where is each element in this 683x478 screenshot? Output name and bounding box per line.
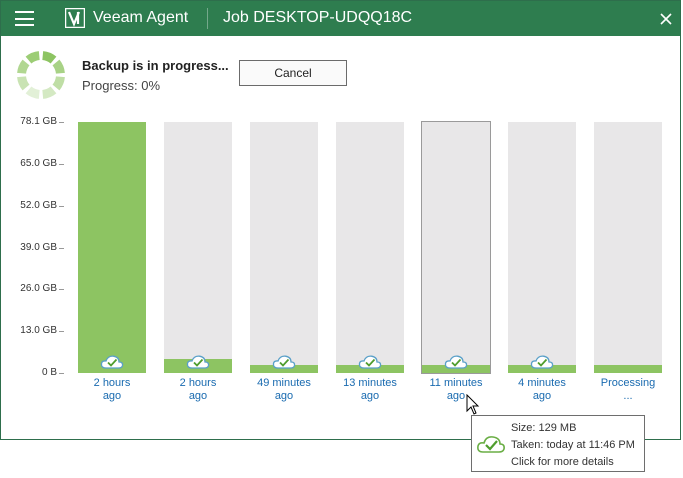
tooltip-taken: Taken: today at 11:46 PM xyxy=(511,439,635,451)
y-tick-label: 65.0 GB xyxy=(20,158,57,170)
bar-fill xyxy=(594,365,662,373)
veeam-agent-window: Veeam Agent Job DESKTOP-UDQQ18C Backup i… xyxy=(0,0,681,440)
spinner-segment xyxy=(17,76,30,91)
restore-point-bar[interactable] xyxy=(336,122,404,373)
spinner-segment xyxy=(52,76,65,91)
bar-time-label-line: 13 minutes xyxy=(343,377,397,389)
bar-time-label-line: 11 minutes xyxy=(429,377,483,389)
backup-sessions-chart: 78.1 GB 65.0 GB 52.0 GB 39.0 GB 26.0 GB 13.0 … xyxy=(1,113,682,413)
bar-time-label[interactable]: 4 minutes ago xyxy=(502,377,582,403)
title-bar: Veeam Agent Job DESKTOP-UDQQ18C xyxy=(1,1,680,36)
cancel-button[interactable]: Cancel xyxy=(239,60,347,86)
restore-point-bar[interactable] xyxy=(250,122,318,373)
y-tick-mark xyxy=(59,247,64,249)
y-tick-mark xyxy=(59,164,64,166)
job-title: Job DESKTOP-UDQQ18C xyxy=(223,9,413,26)
restore-point-bar[interactable] xyxy=(164,122,232,373)
y-tick-label: 0 B xyxy=(41,367,57,378)
bar-time-label-line: 2 hours xyxy=(179,377,217,389)
hamburger-menu-icon[interactable] xyxy=(15,11,34,26)
y-tick-mark xyxy=(59,289,64,291)
y-tick-mark xyxy=(59,331,64,333)
bar-time-label[interactable]: 49 minutes ago xyxy=(244,377,324,403)
progress-percent: Progress: 0% xyxy=(82,78,161,93)
cloud-check-icon xyxy=(100,355,124,369)
spinner-segment xyxy=(42,51,57,64)
tooltip-hint: Click for more details xyxy=(511,456,614,468)
brand-name: Veeam Agent xyxy=(93,9,189,26)
spinner-segment xyxy=(25,86,40,99)
restore-point-tooltip: Size: 129 MB Taken: today at 11:46 PM Cl… xyxy=(471,415,645,472)
tooltip-size: Size: 129 MB xyxy=(511,422,577,434)
cloud-check-icon xyxy=(358,355,382,369)
y-tick-mark xyxy=(59,373,64,374)
bar-time-label[interactable]: Processing... xyxy=(588,377,668,403)
bar-time-label[interactable]: 2 hours ago xyxy=(72,377,152,403)
cloud-check-icon xyxy=(186,355,210,369)
restore-point-bar[interactable] xyxy=(508,122,576,373)
cloud-check-icon xyxy=(272,355,296,369)
veeam-logo-icon xyxy=(65,8,85,28)
bar-time-label[interactable]: 11 minutes ago xyxy=(416,377,496,403)
bar-time-label-line: ago xyxy=(360,390,380,402)
restore-point-bar[interactable] xyxy=(78,122,146,373)
title-divider xyxy=(207,8,208,29)
spinner-segment xyxy=(25,51,40,64)
mouse-cursor-icon xyxy=(466,394,480,415)
bar-fill xyxy=(78,122,146,373)
bar-time-label-line: 4 minutes xyxy=(518,377,566,389)
bar-time-label-line: Processing xyxy=(600,377,656,389)
spinner-segment xyxy=(17,59,30,74)
restore-point-bar[interactable] xyxy=(594,122,662,373)
y-tick-label: 39.0 GB xyxy=(20,241,57,253)
cloud-check-icon xyxy=(477,436,505,453)
bar-time-label[interactable]: 13 minutes ago xyxy=(330,377,410,403)
bar-time-label-line: ago xyxy=(532,390,552,402)
bar-time-label[interactable]: 2 hours ago xyxy=(158,377,238,403)
bar-time-label-line: 2 hours xyxy=(93,377,131,389)
spinner-segment xyxy=(52,59,65,74)
progress-spinner-icon xyxy=(17,51,65,99)
bar-time-label-line: ago xyxy=(188,390,208,402)
y-tick-label: 26.0 GB xyxy=(20,283,57,295)
bar-time-label-line: ... xyxy=(623,390,633,402)
close-icon[interactable] xyxy=(656,9,676,29)
y-tick-label: 78.1 GB xyxy=(20,116,57,127)
cloud-check-icon xyxy=(530,355,554,369)
y-tick-mark xyxy=(59,205,64,207)
restore-point-bar[interactable] xyxy=(421,121,491,374)
y-tick-label: 13.0 GB xyxy=(20,325,57,337)
bar-time-label-line: ago xyxy=(446,390,466,402)
spinner-segment xyxy=(42,86,57,99)
cloud-check-icon xyxy=(444,355,468,369)
bar-time-label-line: ago xyxy=(274,390,294,402)
bar-time-label-line: ago xyxy=(102,390,122,402)
y-tick-label: 52.0 GB xyxy=(20,199,57,211)
bar-time-label-line: 49 minutes xyxy=(257,377,311,389)
y-tick-mark xyxy=(59,122,64,123)
status-title: Backup is in progress... xyxy=(82,58,229,73)
